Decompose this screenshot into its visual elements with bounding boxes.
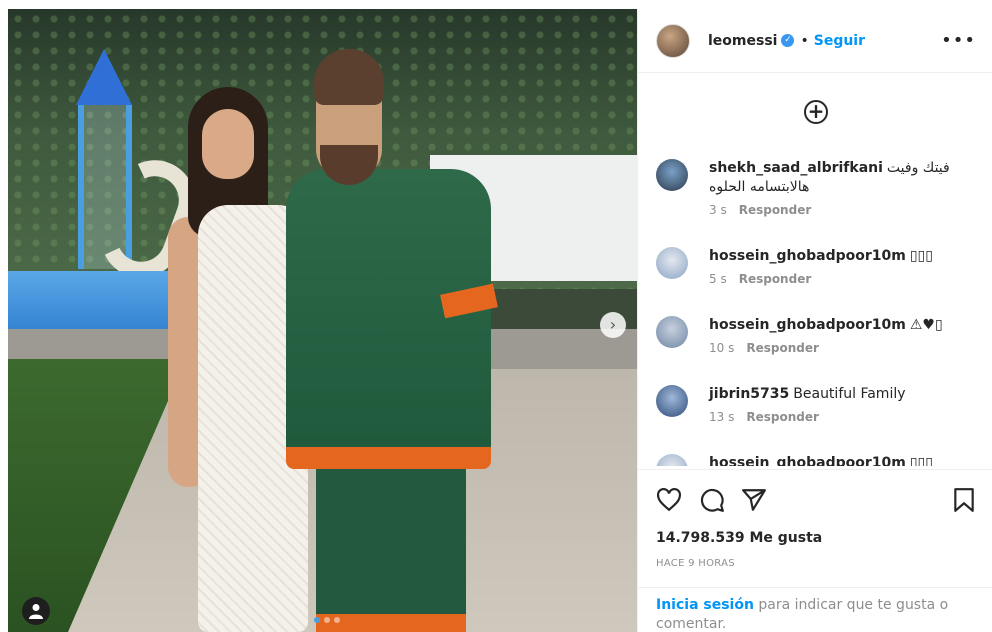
plus-circle-icon[interactable]: +	[804, 100, 828, 124]
follow-button[interactable]: Seguir	[814, 33, 865, 49]
comment-time: 10 s	[709, 341, 735, 355]
username-link[interactable]: leomessi	[708, 33, 777, 49]
avatar[interactable]	[656, 23, 690, 58]
reply-button[interactable]: Responder	[746, 341, 819, 355]
comment-text: ▯▯▯	[909, 248, 933, 264]
person-icon	[29, 604, 43, 619]
chevron-right-icon: ›	[609, 315, 617, 334]
comment-text: ▯▯▯	[909, 455, 933, 466]
carousel-next-button[interactable]: ›	[600, 312, 626, 338]
comment-username[interactable]: jibrin5735	[709, 386, 789, 402]
comment-username[interactable]: hossein_ghobadpoor10m	[709, 317, 906, 333]
carousel-dot	[314, 617, 320, 623]
heart-icon[interactable]	[656, 487, 682, 513]
post-actions	[638, 469, 992, 529]
comment-text: ⚠♥▯	[909, 317, 943, 333]
paper-plane-icon[interactable]	[741, 487, 767, 513]
comment-text: Beautiful Family	[793, 386, 906, 402]
bookmark-icon[interactable]	[951, 487, 977, 513]
post-photo[interactable]: ›	[8, 9, 637, 632]
comment-username[interactable]: hossein_ghobadpoor10m	[709, 455, 906, 466]
comment-username[interactable]: hossein_ghobadpoor10m	[709, 248, 906, 264]
post-header: leomessi ✓ • Seguir •••	[638, 9, 992, 73]
verified-badge-icon: ✓	[781, 34, 795, 47]
header-separator: •	[800, 32, 809, 49]
avatar[interactable]	[656, 454, 688, 466]
login-link[interactable]: Inicia sesión	[656, 597, 754, 613]
comment-time: 13 s	[709, 410, 735, 424]
comment-bubble-icon[interactable]	[699, 487, 725, 513]
avatar[interactable]	[656, 159, 688, 191]
reply-button[interactable]: Responder	[739, 272, 812, 286]
login-prompt: Inicia sesión para indicar que te gusta …	[638, 587, 992, 632]
comment-time: 5 s	[709, 272, 727, 286]
reply-button[interactable]: Responder	[746, 410, 819, 424]
tagged-users-button[interactable]	[22, 597, 50, 625]
comments-list: shekh_saad_albrifkani فيتك وفيت هالابتسام…	[638, 147, 992, 466]
more-options-icon[interactable]: •••	[941, 30, 976, 51]
avatar[interactable]	[656, 316, 688, 348]
likes-count[interactable]: 14.798.539 Me gusta	[656, 530, 822, 546]
comment-username[interactable]: shekh_saad_albrifkani	[709, 160, 883, 176]
carousel-dot	[334, 617, 340, 623]
carousel-dot	[324, 617, 330, 623]
post-side-panel: leomessi ✓ • Seguir ••• + shekh_saad_alb…	[637, 9, 992, 632]
post-timestamp: HACE 9 HORAS	[656, 558, 735, 569]
avatar[interactable]	[656, 385, 688, 417]
carousel-indicator	[314, 617, 340, 623]
photo-person-man	[286, 49, 498, 632]
avatar[interactable]	[656, 247, 688, 279]
reply-button[interactable]: Responder	[739, 203, 812, 217]
comment-time: 3 s	[709, 203, 727, 217]
